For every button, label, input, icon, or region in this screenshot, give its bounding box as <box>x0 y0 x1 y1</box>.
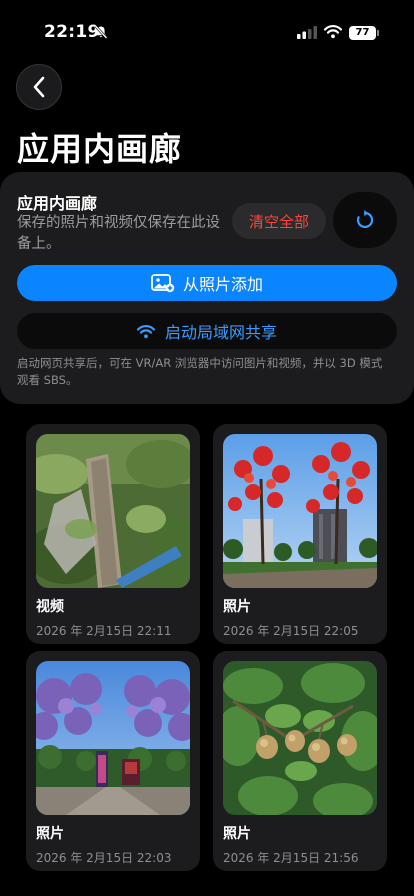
gallery-item[interactable]: 照片 2026 年 2月15日 22:05 <box>213 424 387 644</box>
item-type: 照片 <box>223 599 251 615</box>
signal-icon <box>297 26 317 39</box>
share-note: 启动网页共享后，可在 VR/AR 浏览器中访问图片和视频，并以 3D 模式观看 … <box>17 356 383 387</box>
item-type: 视频 <box>36 599 64 615</box>
battery-tip <box>377 30 379 36</box>
share-button-label: 启动局域网共享 <box>164 323 277 342</box>
gallery-item[interactable]: 照片 2026 年 2月15日 21:56 <box>213 651 387 871</box>
panel-title: 应用内画廊 <box>17 194 98 213</box>
item-date: 2026 年 2月15日 22:11 <box>36 624 172 638</box>
refresh-button[interactable] <box>333 192 397 248</box>
gallery-settings-panel: 应用内画廊 保存的照片和视频仅保存在此设备上。 清空全部 从照片添加 启动局域网… <box>0 172 414 404</box>
item-type: 照片 <box>36 826 64 842</box>
chevron-left-icon <box>33 76 45 98</box>
refresh-icon <box>356 210 374 229</box>
photo-thumbnail <box>223 661 377 815</box>
page-title: 应用内画廊 <box>17 130 183 168</box>
gallery-item[interactable]: 照片 2026 年 2月15日 22:03 <box>26 651 200 871</box>
item-date: 2026 年 2月15日 21:56 <box>223 851 359 865</box>
video-thumbnail <box>36 434 190 588</box>
photo-thumbnail <box>36 661 190 815</box>
item-date: 2026 年 2月15日 22:03 <box>36 851 172 865</box>
battery-icon: 77 <box>349 26 376 40</box>
add-button-label: 从照片添加 <box>182 275 263 294</box>
status-bar: 22:19 77 <box>0 0 414 60</box>
add-from-photos-button[interactable]: 从照片添加 <box>17 265 397 301</box>
photo-thumbnail <box>223 434 377 588</box>
add-photo-icon <box>151 274 175 293</box>
wifi-icon <box>136 324 155 338</box>
wifi-icon <box>324 25 342 39</box>
item-date: 2026 年 2月15日 22:05 <box>223 624 359 638</box>
back-button[interactable] <box>16 64 62 110</box>
gallery-item[interactable]: 视频 2026 年 2月15日 22:11 <box>26 424 200 644</box>
item-type: 照片 <box>223 826 251 842</box>
lan-share-button[interactable]: 启动局域网共享 <box>17 313 397 349</box>
panel-description: 保存的照片和视频仅保存在此设备上。 <box>17 215 220 252</box>
status-time: 22:19 <box>44 22 100 42</box>
bell-muted-icon <box>94 25 108 39</box>
clear-all-button[interactable]: 清空全部 <box>232 203 326 239</box>
